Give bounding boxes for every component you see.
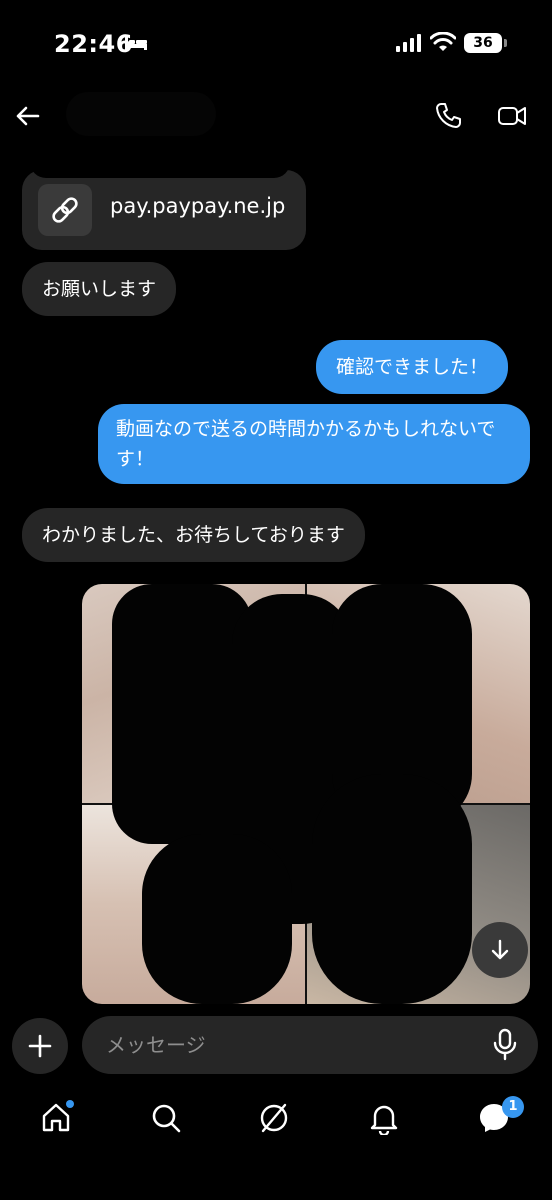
bell-icon [370,1105,398,1135]
message-input[interactable] [82,1016,538,1074]
explore-icon [260,1103,288,1133]
unread-messages-badge: 1 [502,1096,524,1118]
signal-icon [396,34,421,52]
photo-grid-message[interactable] [82,584,530,1004]
add-attachment-button[interactable] [12,1018,68,1074]
redacted-contact-name [66,92,216,136]
redacted-scribble [30,138,290,178]
status-time: 22:46 [54,30,133,58]
incoming-message[interactable]: お願いします [22,262,177,316]
wifi-icon [430,32,456,51]
nav-explore[interactable] [254,1098,294,1138]
notification-dot [66,1100,74,1108]
nav-search[interactable] [146,1098,186,1138]
battery-indicator: 36 [464,33,502,53]
redaction-mark [112,584,252,844]
video-call-icon[interactable] [496,100,528,132]
bed-icon [125,37,147,50]
arrow-down-icon [491,939,509,960]
redaction-mark [142,834,292,1004]
link-card-message[interactable]: pay.paypay.ne.jp [22,170,306,250]
link-icon [52,197,78,223]
nav-activity[interactable] [364,1098,404,1138]
mic-icon[interactable] [490,1028,520,1062]
outgoing-message[interactable]: 動画なので送るの時間かかるかもしれないです！ [98,404,530,484]
incoming-message[interactable]: わかりました、お待ちしております [22,508,365,562]
scroll-to-bottom-button[interactable] [472,922,528,978]
back-arrow-icon[interactable] [12,100,44,132]
battery-tip [504,39,507,47]
link-icon-box [38,184,92,236]
link-url: pay.paypay.ne.jp [110,194,286,218]
redaction-mark [312,774,472,1004]
plus-icon [28,1034,52,1058]
outgoing-message[interactable]: 確認できました！ [316,340,509,394]
phone-icon[interactable] [432,100,464,132]
search-icon [152,1104,181,1133]
